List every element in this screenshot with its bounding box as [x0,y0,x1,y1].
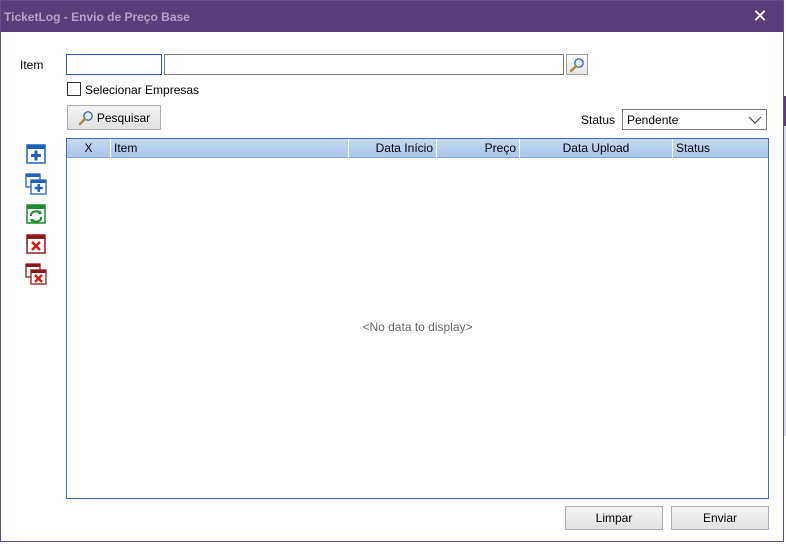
close-icon[interactable]: ✕ [737,1,783,32]
select-companies-label[interactable]: Selecionar Empresas [85,83,199,97]
window-title: TicketLog - Envio de Preço Base [4,10,190,24]
delete-multiple-button[interactable] [25,263,47,285]
item-label: Item [20,58,44,72]
item-description-input[interactable] [164,54,564,75]
column-header-price[interactable]: Preço [437,139,520,158]
clear-button[interactable]: Limpar [565,506,663,530]
dialog-window: TicketLog - Envio de Preço Base ✕ Item S… [0,0,784,542]
column-header-item[interactable]: Item [111,139,349,158]
search-button[interactable]: Pesquisar [67,105,161,130]
item-code-input[interactable] [66,54,162,75]
status-label: Status [581,113,616,127]
send-button-label: Enviar [702,511,737,525]
select-companies-checkbox[interactable] [67,82,81,96]
title-bar[interactable]: TicketLog - Envio de Preço Base ✕ [1,1,783,32]
delete-button[interactable] [25,233,47,255]
column-header-upload-date[interactable]: Data Upload [520,139,673,158]
refresh-icon [26,204,46,224]
column-header-status[interactable]: Status [673,139,768,158]
status-select-value: Pendente [627,113,679,127]
search-button-label: Pesquisar [96,110,151,125]
column-header-start-date[interactable]: Data Início [349,139,437,158]
price-grid[interactable]: X Item Data Início Preço Data Upload Sta… [66,138,769,499]
refresh-button[interactable] [25,203,47,225]
delete-multiple-icon [25,263,47,285]
grid-empty-message: <No data to display> [362,320,473,334]
grid-header: X Item Data Início Preço Data Upload Sta… [67,139,768,158]
clear-button-label: Limpar [595,511,633,525]
item-lookup-button[interactable] [566,54,588,75]
magnifier-icon [569,57,584,72]
chevron-down-icon [748,116,762,124]
delete-icon [26,234,46,254]
column-header-x[interactable]: X [67,139,111,158]
add-multiple-icon [25,173,47,195]
add-multiple-button[interactable] [25,173,47,195]
add-button[interactable] [25,143,47,165]
add-icon [26,144,46,164]
status-select[interactable]: Pendente [622,109,767,130]
send-button[interactable]: Enviar [671,506,769,530]
magnifier-icon [78,110,93,125]
